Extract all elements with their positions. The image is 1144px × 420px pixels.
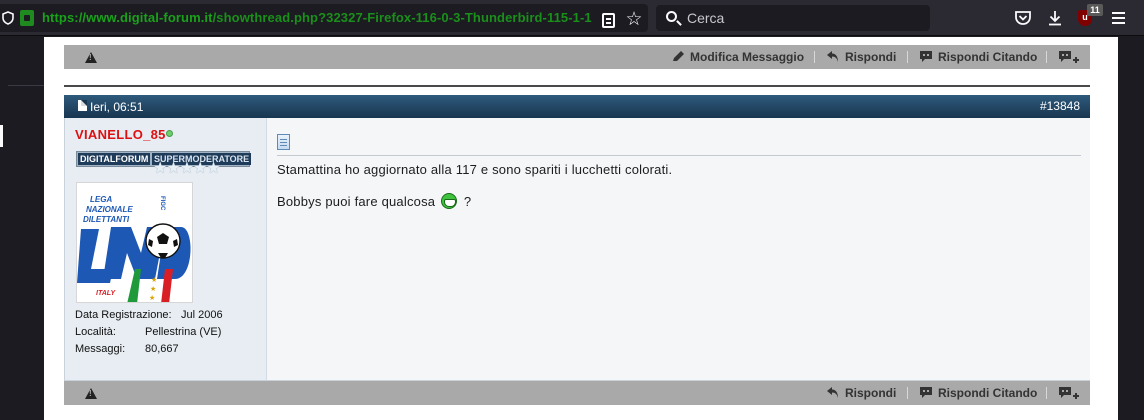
- avatar-text-line2: NAZIONALE: [86, 205, 133, 214]
- quote-reply-label: Rispondi Citando: [938, 386, 1038, 400]
- right-gutter: [1118, 37, 1144, 420]
- user-avatar[interactable]: LEGA NAZIONALE DILETTANTI FIGC ★ ★ ★ ITA…: [76, 182, 193, 303]
- post-action-bar-top: Modifica Messaggio Rispondi Rispondi Cit…: [64, 45, 1090, 69]
- message-text: Bobbys puoi fare qualcosa: [277, 194, 436, 209]
- report-warning-icon[interactable]: [85, 52, 97, 63]
- url-text[interactable]: https://www.digital-forum.it/showthread.…: [42, 10, 598, 25]
- username-link[interactable]: VIANELLO_85: [75, 127, 166, 142]
- post-number-link[interactable]: #13848: [1040, 99, 1080, 113]
- action-separator: [1046, 387, 1047, 399]
- lock-icon[interactable]: [20, 10, 34, 26]
- url-path: /showthread.php?32327-Firefox-116-0-3-Th…: [212, 10, 592, 25]
- ublock-icon[interactable]: u 11: [1076, 4, 1103, 28]
- quote-bubble-icon: [920, 387, 932, 398]
- multi-quote-icon[interactable]: [1058, 386, 1080, 402]
- lnd-logo-icon: LEGA NAZIONALE DILETTANTI FIGC ★ ★ ★ ITA…: [77, 183, 192, 302]
- left-sidebar-rail: [0, 37, 44, 420]
- rank-forum-label: DIGITALFORUM: [78, 153, 151, 165]
- avatar-text-side: FIGC: [159, 196, 165, 211]
- browser-toolbar: https://www.digital-forum.it/showthread.…: [0, 0, 1144, 36]
- reply-arrow-icon: [827, 51, 838, 62]
- stat-label: Data Registrazione:: [75, 309, 172, 321]
- post-divider: [64, 85, 1090, 87]
- avatar-text-country: ITALY: [96, 290, 117, 297]
- ublock-badge: 11: [1087, 4, 1103, 16]
- message-line-2: Bobbys puoi fare qualcosa ?: [277, 193, 471, 209]
- report-warning-icon[interactable]: [85, 388, 97, 399]
- stat-value: Pellestrina (VE): [145, 326, 222, 338]
- grin-smiley-icon: [441, 193, 458, 209]
- reply-arrow-icon: [827, 387, 838, 398]
- message-column: Stamattina ho aggiornato alla 117 e sono…: [268, 118, 1090, 380]
- action-separator: [814, 51, 815, 63]
- action-separator: [1046, 51, 1047, 63]
- reply-label: Rispondi: [845, 386, 897, 400]
- pocket-icon[interactable]: [1013, 8, 1033, 28]
- stat-value: 80,667: [145, 343, 179, 355]
- post-date: Ieri, 06:51: [90, 100, 144, 114]
- avatar-star: ★: [151, 276, 157, 284]
- reply-button[interactable]: Rispondi: [826, 386, 896, 402]
- reply-label: Rispondi: [845, 50, 897, 64]
- rail-marker: [0, 125, 3, 147]
- post-body: VIANELLO_85 DIGITALFORUM SUPERMODERATORE…: [64, 118, 1090, 381]
- quote-reply-button[interactable]: Rispondi Citando: [919, 386, 1037, 402]
- avatar-text-line3: DILETTANTI: [83, 215, 130, 224]
- stat-label: Località:: [75, 326, 116, 338]
- message-title-rule: [277, 155, 1081, 156]
- quote-reply-label: Rispondi Citando: [938, 50, 1038, 64]
- message-line-1: Stamattina ho aggiornato alla 117 e sono…: [277, 162, 673, 177]
- action-separator: [907, 51, 908, 63]
- rank-stars: ★★★★★: [153, 160, 221, 177]
- download-icon[interactable]: [1045, 8, 1065, 28]
- hamburger-menu-icon[interactable]: [1109, 8, 1129, 28]
- search-bar[interactable]: Cerca: [656, 5, 930, 31]
- post-document-icon: [78, 100, 87, 111]
- user-info-column: VIANELLO_85 DIGITALFORUM SUPERMODERATORE…: [65, 118, 267, 380]
- message-text: ?: [463, 194, 472, 209]
- search-placeholder: Cerca: [687, 10, 725, 26]
- multi-quote-icon[interactable]: [1058, 50, 1080, 66]
- quote-bubble-icon: [920, 51, 932, 62]
- action-separator: [907, 387, 908, 399]
- rail-divider: [8, 85, 44, 86]
- avatar-star: ★: [149, 294, 155, 302]
- avatar-text-line1: LEGA: [90, 195, 112, 204]
- reply-button[interactable]: Rispondi: [826, 50, 896, 66]
- avatar-star: ★: [150, 285, 156, 293]
- tracking-shield-icon[interactable]: [2, 11, 14, 25]
- edit-post-label: Modifica Messaggio: [690, 50, 805, 64]
- url-domain: https://www.digital-forum.it: [42, 10, 213, 25]
- bookmark-star-icon[interactable]: ☆: [624, 10, 644, 30]
- quote-reply-button[interactable]: Rispondi Citando: [919, 50, 1037, 66]
- stat-value: Jul 2006: [181, 309, 223, 321]
- post-action-bar-bottom: Rispondi Rispondi Citando: [64, 381, 1090, 405]
- stat-label: Messaggi:: [75, 343, 126, 355]
- post-header: Ieri, 06:51 #13848: [64, 95, 1090, 118]
- reader-view-icon[interactable]: [602, 13, 615, 28]
- edit-post-button[interactable]: Modifica Messaggio: [671, 50, 804, 66]
- url-bar[interactable]: https://www.digital-forum.it/showthread.…: [0, 4, 648, 32]
- post-icon: [277, 134, 290, 150]
- online-status-icon: [166, 130, 173, 137]
- search-icon: [666, 11, 677, 22]
- pencil-icon: [673, 51, 684, 61]
